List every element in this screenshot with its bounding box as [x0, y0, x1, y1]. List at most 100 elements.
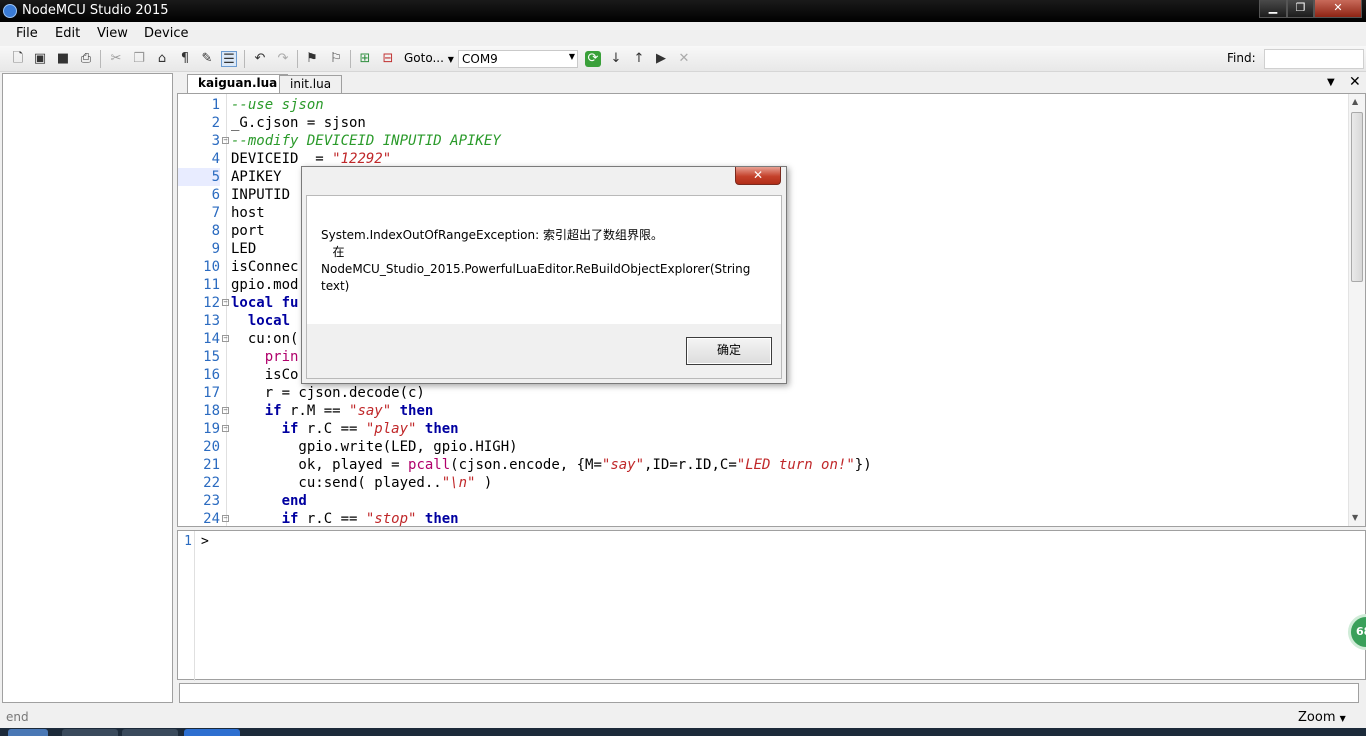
code-line[interactable]: 2 _G.cjson = sjson	[178, 114, 1348, 132]
code-text: isConnec	[231, 259, 299, 275]
fold-toggle-icon[interactable]: −	[222, 137, 229, 144]
goto-dropdown[interactable]: Goto... ▼	[404, 51, 454, 65]
fold-toggle-icon[interactable]: −	[222, 299, 229, 306]
line-number: 11	[203, 277, 220, 293]
copy-icon[interactable]: ❐	[131, 51, 147, 67]
code-line[interactable]: 1 --use sjson	[178, 96, 1348, 114]
code-text: gpio.write(LED, gpio.HIGH)	[231, 439, 518, 455]
line-number: 10	[203, 259, 220, 275]
code-text: local	[247, 313, 291, 329]
code-line[interactable]: 23 end	[178, 492, 1348, 510]
menu-view[interactable]: View	[97, 26, 128, 41]
fold-toggle-icon[interactable]: −	[222, 335, 229, 342]
line-number: 12	[203, 295, 220, 311]
line-number: 16	[203, 367, 220, 383]
tab-kaiguan[interactable]: kaiguan.lua	[187, 74, 289, 93]
scroll-thumb[interactable]	[1351, 112, 1363, 282]
redo-icon[interactable]: ↷	[275, 51, 291, 67]
line-number: 8	[211, 223, 220, 239]
taskbar-item[interactable]	[62, 729, 118, 736]
code-text: host	[231, 205, 265, 221]
taskbar-item[interactable]	[122, 729, 178, 736]
find-input[interactable]	[1264, 49, 1364, 69]
dialog-close-button[interactable]: ✕	[735, 167, 781, 185]
fold-toggle-icon[interactable]: −	[222, 425, 229, 432]
menu-device[interactable]: Device	[144, 26, 188, 41]
line-number: 14	[203, 331, 220, 347]
add-snippet-icon[interactable]: ⊞	[357, 51, 373, 67]
zoom-dropdown[interactable]: Zoom ▼	[1298, 710, 1346, 725]
paragraph-icon[interactable]: ¶	[177, 51, 193, 67]
error-dialog: ✕ System.IndexOutOfRangeException: 索引超出了…	[301, 166, 787, 384]
line-number: 17	[203, 385, 220, 401]
line-number: 21	[203, 457, 220, 473]
code-line[interactable]: 22 cu:send( played.."\n" )	[178, 474, 1348, 492]
title-bar: NodeMCU Studio 2015 ▁ ❐ ✕	[0, 0, 1366, 22]
stop-icon[interactable]: ✕	[676, 51, 692, 67]
upload-arrow-icon[interactable]: ↑	[631, 51, 647, 67]
spellcheck-icon[interactable]: ✎	[199, 51, 215, 67]
new-file-icon[interactable]: 🗋	[10, 51, 26, 67]
remove-snippet-icon[interactable]: ⊟	[380, 51, 396, 67]
menu-file[interactable]: File	[16, 26, 38, 41]
code-text: --use sjson	[231, 97, 324, 113]
window-title: NodeMCU Studio 2015	[22, 3, 169, 18]
bookmark-icon[interactable]: ⚑	[304, 51, 320, 67]
code-text: port	[231, 223, 265, 239]
command-input[interactable]	[179, 683, 1359, 703]
console-output[interactable]: 1 >	[177, 530, 1366, 681]
fold-toggle-icon[interactable]: −	[222, 407, 229, 414]
close-window-button[interactable]: ✕	[1314, 0, 1362, 18]
start-button[interactable]	[8, 729, 48, 736]
taskbar	[0, 728, 1366, 736]
scroll-up-icon[interactable]: ▲	[1352, 97, 1358, 106]
tab-init[interactable]: init.lua	[279, 75, 343, 93]
code-line[interactable]: 21 ok, played = pcall(cjson.encode, {M="…	[178, 456, 1348, 474]
outline-icon[interactable]: ☰	[221, 51, 237, 67]
line-number: 3	[211, 133, 220, 149]
tab-menu-icon[interactable]: ▼	[1327, 77, 1335, 88]
menu-edit[interactable]: Edit	[55, 26, 80, 41]
code-line[interactable]: 18− if r.M == "say" then	[178, 402, 1348, 420]
code-line[interactable]: 17 r = cjson.decode(c)	[178, 384, 1348, 402]
maximize-button[interactable]: ❐	[1287, 0, 1314, 18]
code-text: ok, played = pcall(cjson.encode, {M="say…	[231, 457, 872, 473]
cut-icon[interactable]: ✂	[108, 51, 124, 67]
open-file-icon[interactable]: ▣	[32, 51, 48, 67]
close-tab-icon[interactable]: ✕	[1349, 74, 1361, 90]
status-bar: end Zoom ▼	[0, 706, 1366, 728]
scroll-down-icon[interactable]: ▼	[1352, 513, 1358, 522]
taskbar-item[interactable]	[184, 729, 240, 736]
ok-button[interactable]: 确定	[686, 337, 772, 365]
dialog-body: System.IndexOutOfRangeException: 索引超出了数组…	[306, 195, 782, 379]
editor-scrollbar[interactable]: ▲ ▼	[1348, 94, 1365, 526]
object-explorer-panel[interactable]	[2, 73, 173, 703]
code-text: APIKEY	[231, 169, 282, 185]
save-icon[interactable]: ■	[55, 51, 71, 67]
bookmark-next-icon[interactable]: ⚐	[328, 51, 344, 67]
code-text: prin	[264, 349, 299, 365]
undo-icon[interactable]: ↶	[252, 51, 268, 67]
minimize-button[interactable]: ▁	[1259, 0, 1287, 18]
code-line[interactable]: 3− --modify DEVICEID INPUTID APIKEY	[178, 132, 1348, 150]
refresh-icon[interactable]: ⟳	[585, 51, 601, 67]
code-line[interactable]: 19− if r.C == "play" then	[178, 420, 1348, 438]
code-text: if r.C == "play" then	[281, 421, 459, 437]
line-number: 20	[203, 439, 220, 455]
line-number: 23	[203, 493, 220, 509]
error-message: System.IndexOutOfRangeException: 索引超出了数组…	[321, 228, 751, 293]
code-text: if r.C == "stop" then	[281, 511, 459, 527]
code-text: cu:send( played.."\n" )	[231, 475, 493, 491]
code-text: INPUTID	[231, 187, 291, 203]
line-number: 4	[211, 151, 220, 167]
fold-toggle-icon[interactable]: −	[222, 515, 229, 522]
code-text: cu:on(	[231, 331, 299, 347]
port-select[interactable]: COM9 ▼	[458, 50, 578, 68]
run-icon[interactable]: ▶	[653, 51, 669, 67]
toolbar: 🗋 ▣ ■ ⎙ ✂ ❐ ⌂ ¶ ✎ ☰ ↶ ↷ ⚑ ⚐ ⊞ ⊟ Goto... …	[0, 46, 1366, 72]
download-arrow-icon[interactable]: ↓	[608, 51, 624, 67]
code-line[interactable]: 20 gpio.write(LED, gpio.HIGH)	[178, 438, 1348, 456]
paste-icon[interactable]: ⌂	[154, 51, 170, 67]
print-icon[interactable]: ⎙	[78, 51, 94, 67]
code-line[interactable]: 24− if r.C == "stop" then	[178, 510, 1348, 527]
